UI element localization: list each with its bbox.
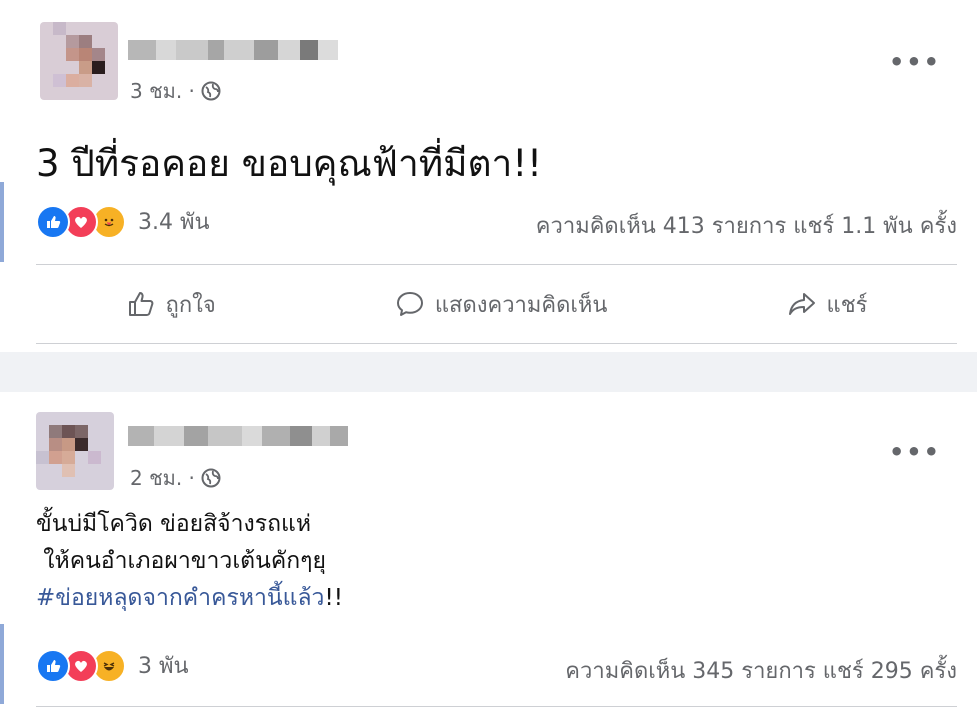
comment-label: แสดงความคิดเห็น	[434, 292, 608, 318]
like-icon	[36, 648, 70, 683]
text-suffix: !!	[324, 585, 343, 611]
share-arrow-icon	[788, 293, 815, 315]
comment-share-stats[interactable]: ความคิดเห็น 413 รายการ แชร์ 1.1 พัน ครั้…	[536, 208, 957, 243]
globe-icon	[201, 468, 221, 488]
left-accent-bar	[0, 624, 4, 704]
share-label: แชร์	[826, 292, 868, 318]
globe-icon	[201, 81, 221, 101]
divider	[36, 343, 957, 344]
like-icon	[36, 204, 70, 239]
comment-share-stats[interactable]: ความคิดเห็น 345 รายการ แชร์ 295 ครั้ง	[565, 653, 957, 688]
post-text: 3 ปีที่รอคอย ขอบคุณฟ้าที่มีตา!!	[36, 142, 542, 185]
reaction-count: 3.4 พัน	[138, 210, 210, 235]
timestamp-text: 2 ชม. ·	[130, 466, 195, 490]
thumbs-up-icon	[128, 292, 153, 316]
blurred-name[interactable]	[128, 426, 348, 446]
post-text-line: ขั้นบ่มีโควิด ข่อยสิจ้างรถแห่	[36, 511, 312, 537]
hashtag-link[interactable]: #ข่อยหลุดจากคำครหานี้แล้ว	[36, 585, 324, 611]
like-label: ถูกใจ	[165, 292, 216, 318]
share-button[interactable]: แชร์	[787, 287, 868, 322]
avatar[interactable]	[36, 412, 114, 490]
action-bar: ถูกใจ แสดงความคิดเห็น แชร์	[36, 282, 957, 326]
post-card: 2 ชม. · ••• ขั้นบ่มีโควิด ข่อยสิจ้างรถแห…	[0, 392, 977, 710]
divider	[36, 264, 957, 265]
reactions-summary[interactable]: 3.4 พัน	[36, 204, 210, 239]
more-options-icon[interactable]: •••	[889, 48, 941, 76]
post-separator	[0, 352, 977, 392]
avatar[interactable]	[40, 22, 118, 100]
post-timestamp[interactable]: 2 ชม. ·	[130, 462, 221, 494]
post-timestamp[interactable]: 3 ชม. ·	[130, 75, 221, 107]
blurred-name[interactable]	[128, 40, 338, 60]
reaction-count: 3 พัน	[138, 654, 189, 679]
post-card: 3 ชม. · ••• 3 ปีที่รอคอย ขอบคุณฟ้าที่มีต…	[0, 0, 977, 352]
timestamp-text: 3 ชม. ·	[130, 79, 195, 103]
post-text-line: #ข่อยหลุดจากคำครหานี้แล้ว!!	[36, 580, 343, 617]
comment-icon	[396, 292, 423, 316]
left-accent-bar	[0, 182, 4, 262]
post-text-line: ให้คนอำเภอผาขาวเต้นคักๆยุ	[36, 548, 326, 574]
more-options-icon[interactable]: •••	[889, 438, 941, 466]
reactions-summary[interactable]: 3 พัน	[36, 648, 189, 683]
like-button[interactable]: ถูกใจ	[126, 287, 216, 322]
comment-button[interactable]: แสดงความคิดเห็น	[395, 287, 608, 322]
divider	[36, 706, 957, 707]
